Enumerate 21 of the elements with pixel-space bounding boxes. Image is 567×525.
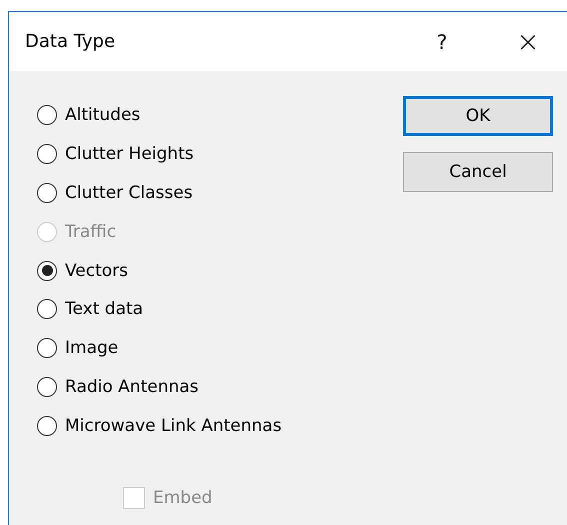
option-label[interactable]: Clutter Classes <box>65 182 193 203</box>
window-title: Data Type <box>25 31 116 52</box>
option-label[interactable]: Clutter Heights <box>65 144 194 164</box>
radio-button[interactable] <box>37 376 57 397</box>
radio-button[interactable] <box>37 260 57 281</box>
radio-button[interactable] <box>37 182 57 203</box>
radio-button[interactable] <box>37 338 57 358</box>
ok-button[interactable]: OK <box>403 96 553 136</box>
radio-button[interactable] <box>37 299 57 320</box>
help-button[interactable]: ? <box>427 30 457 54</box>
radio-button[interactable] <box>37 416 57 436</box>
radio-button[interactable] <box>37 105 57 126</box>
option-label[interactable]: Vectors <box>65 260 128 281</box>
option-label[interactable]: Text data <box>65 299 144 320</box>
option-label[interactable]: Image <box>65 338 118 358</box>
option-label[interactable]: Radio Antennas <box>65 376 199 397</box>
radio-button[interactable] <box>37 144 57 164</box>
cancel-button[interactable]: Cancel <box>403 152 553 192</box>
close-button[interactable]: × <box>513 25 543 58</box>
option-label[interactable]: Microwave Link Antennas <box>65 416 282 436</box>
option-label[interactable]: Altitudes <box>65 105 140 126</box>
